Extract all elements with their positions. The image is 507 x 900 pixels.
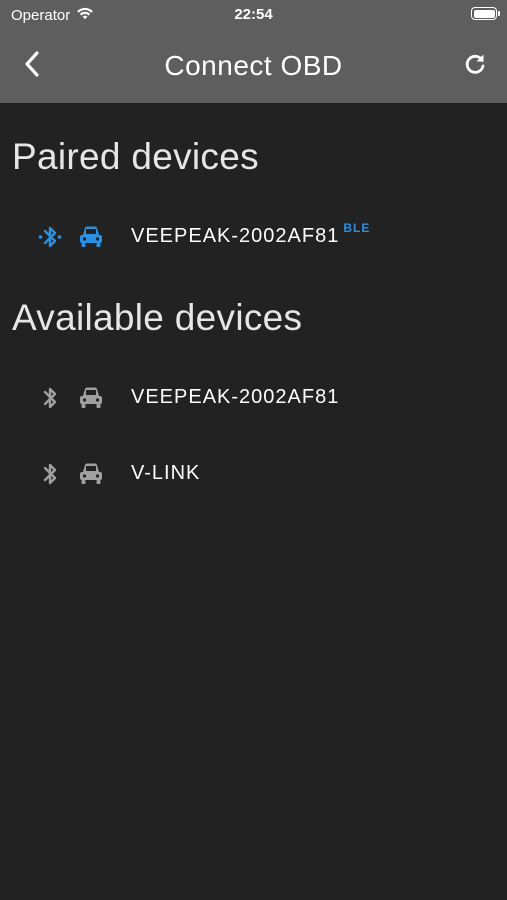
status-time: 22:54 xyxy=(234,6,273,23)
device-name: VEEPEAK-2002AF81 xyxy=(131,386,340,408)
obd-car-icon xyxy=(78,223,104,251)
refresh-icon xyxy=(462,51,488,82)
bluetooth-searching-icon xyxy=(36,223,64,251)
obd-car-icon xyxy=(78,460,104,488)
battery-icon xyxy=(471,7,500,20)
ble-badge: BLE xyxy=(343,221,371,235)
page-title: Connect OBD xyxy=(164,50,343,81)
obd-car-icon xyxy=(78,384,104,412)
device-name-text: VEEPEAK-2002AF81 xyxy=(131,225,340,247)
header: Operator 22:54 Connect OBD xyxy=(0,0,507,103)
device-name: V-LINK xyxy=(131,462,201,484)
status-bar: Operator 22:54 xyxy=(0,0,507,32)
available-device-row[interactable]: V-LINK xyxy=(0,446,507,502)
device-name: VEEPEAK-2002AF81 BLE xyxy=(131,221,370,248)
bluetooth-icon xyxy=(36,384,64,412)
paired-device-row[interactable]: VEEPEAK-2002AF81 BLE xyxy=(0,209,507,265)
available-devices-heading: Available devices xyxy=(12,297,303,338)
refresh-button[interactable] xyxy=(457,48,493,84)
paired-devices-heading: Paired devices xyxy=(12,136,259,177)
connect-obd-screen: Operator 22:54 Connect OBD Paired device… xyxy=(0,0,507,900)
available-device-row[interactable]: VEEPEAK-2002AF81 xyxy=(0,370,507,426)
bluetooth-icon xyxy=(36,460,64,488)
navigation-bar: Connect OBD xyxy=(0,40,507,92)
